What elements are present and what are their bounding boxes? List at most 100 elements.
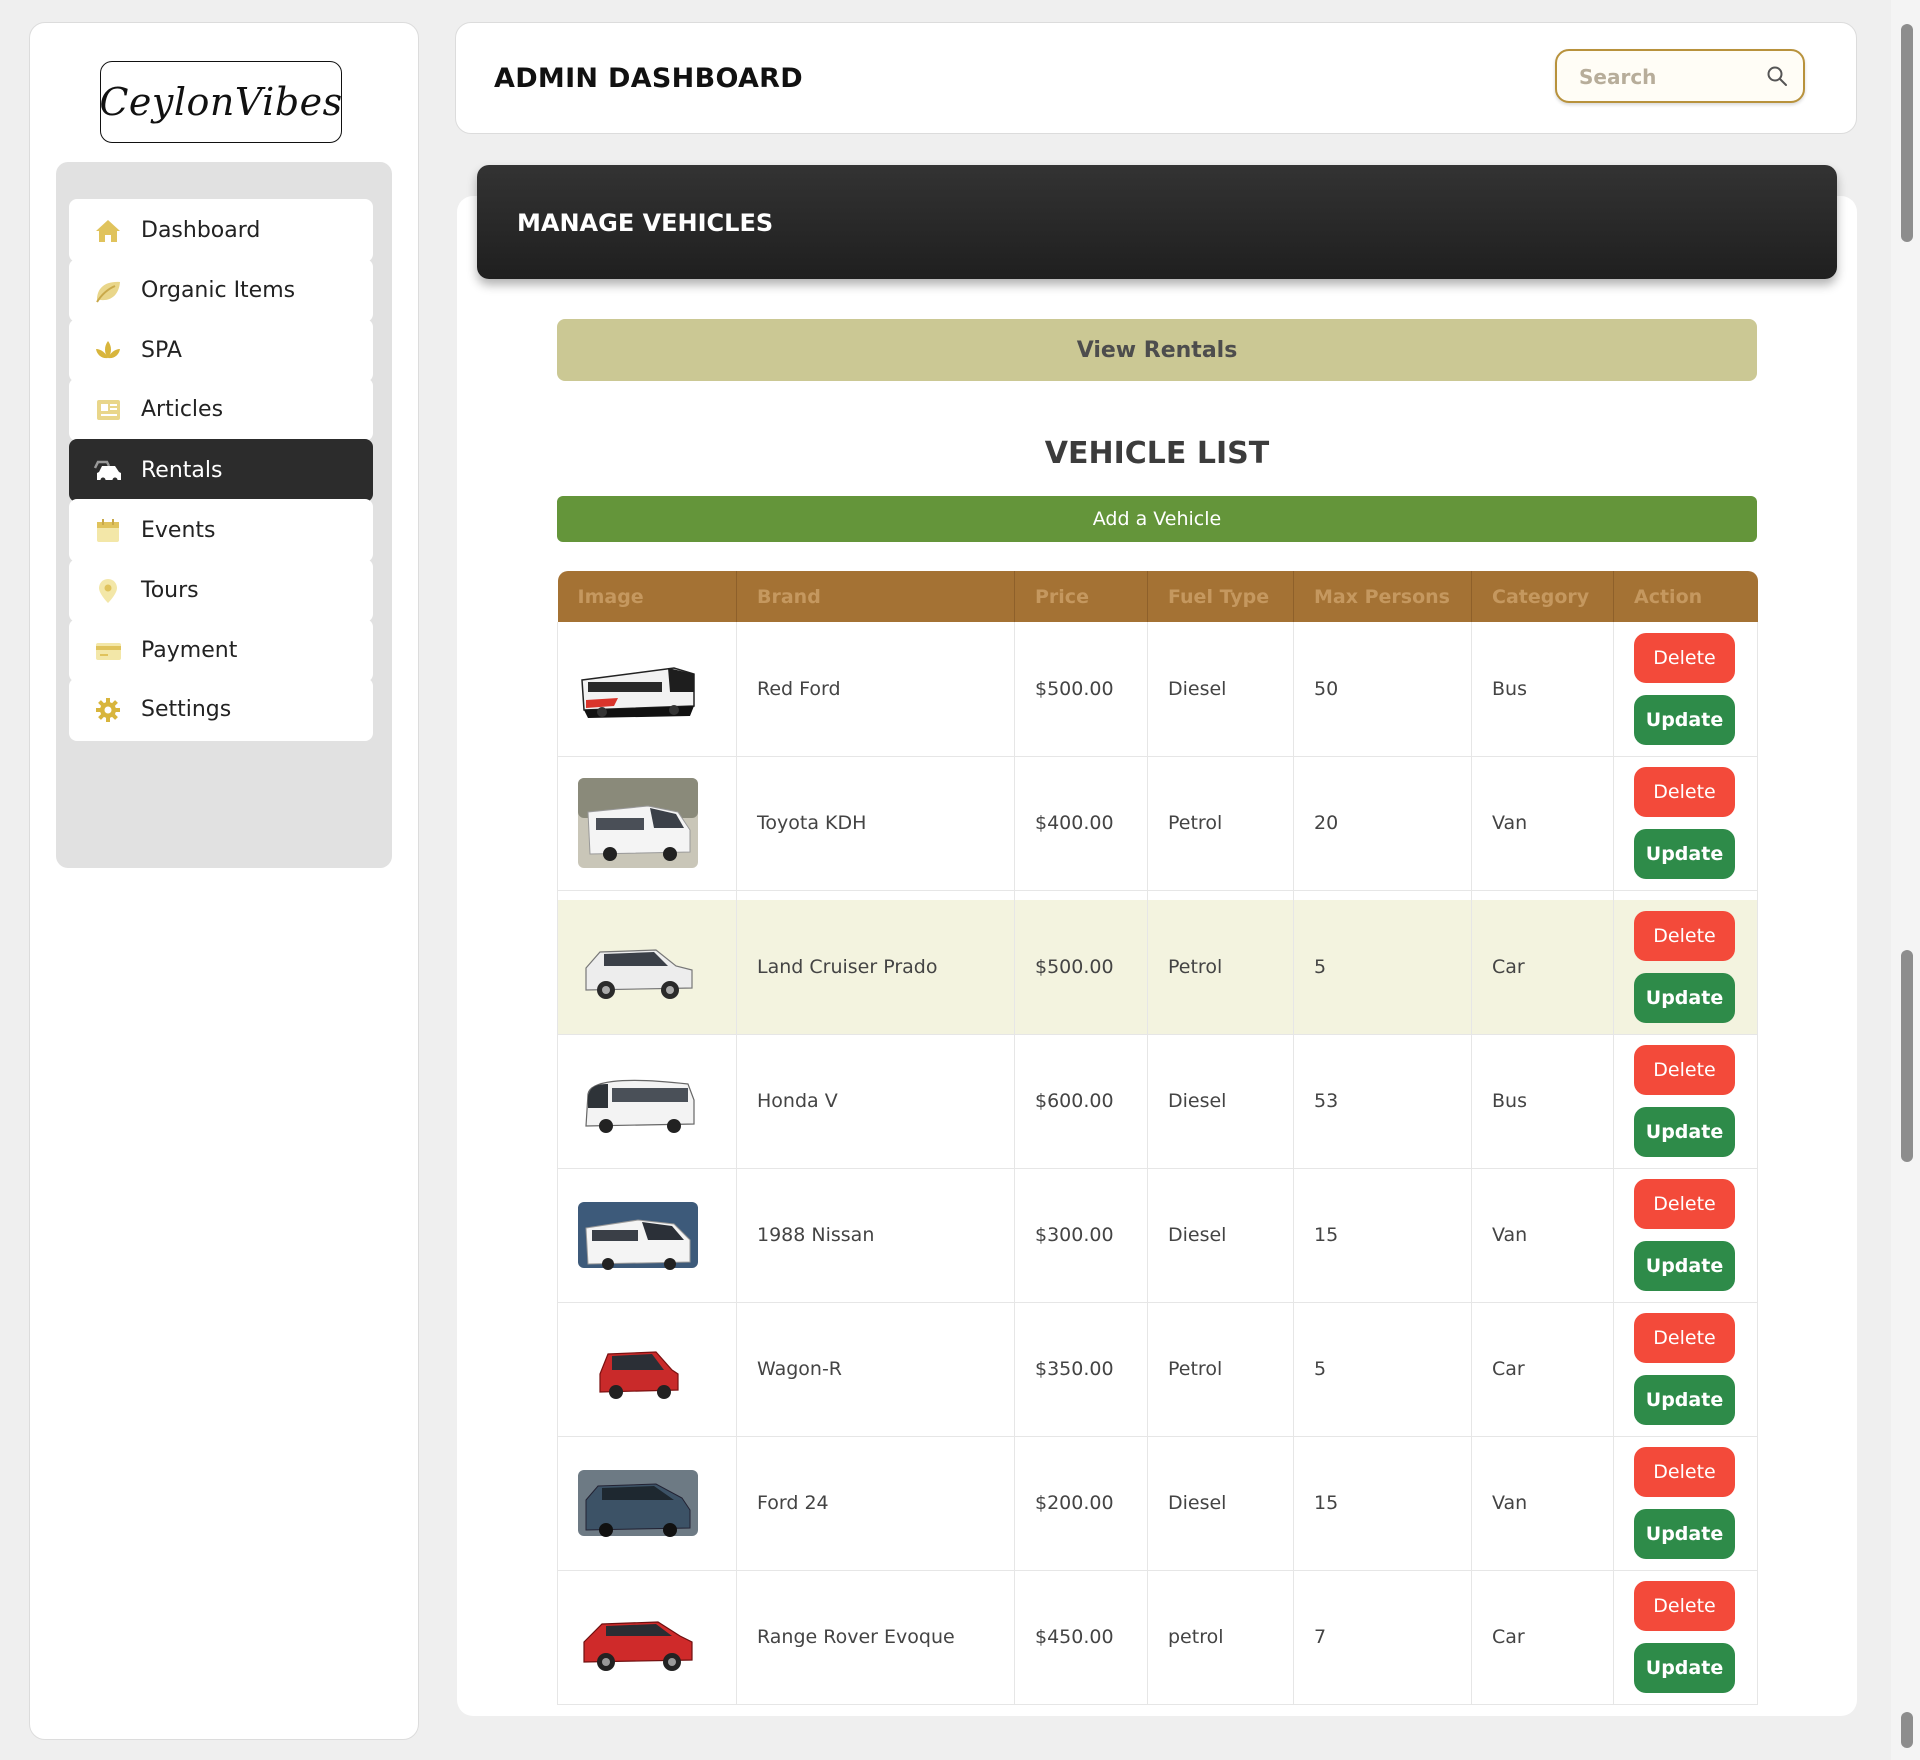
page-title: ADMIN DASHBOARD	[494, 63, 803, 94]
sidebar-item-label: Settings	[141, 697, 232, 722]
column-header-brand[interactable]: Brand	[736, 571, 1015, 622]
image-cell	[557, 756, 737, 891]
delete-button[interactable]: Delete	[1634, 1581, 1735, 1631]
sidebar: CeylonVibes Dashboard Organic Items SPA	[29, 22, 419, 1740]
van-image	[578, 1470, 698, 1537]
small-car-image	[599, 1351, 679, 1399]
scrollbar-thumb[interactable]	[1901, 1712, 1913, 1748]
fuel-cell: Diesel	[1147, 1168, 1294, 1303]
sidebar-item-organic-items[interactable]: Organic Items	[69, 259, 373, 322]
sidebar-item-tours[interactable]: Tours	[69, 559, 373, 622]
price-cell: $500.00	[1014, 622, 1148, 757]
update-button[interactable]: Update	[1634, 1107, 1735, 1157]
max-persons-cell: 15	[1293, 1436, 1472, 1571]
fuel-cell: Diesel	[1147, 1034, 1294, 1169]
image-cell	[557, 1570, 737, 1705]
action-cell: Delete Update	[1613, 1436, 1758, 1571]
update-button[interactable]: Update	[1634, 694, 1735, 745]
max-persons-cell: 5	[1293, 1302, 1472, 1437]
column-header-fuel-type[interactable]: Fuel Type	[1147, 571, 1294, 622]
leaf-icon	[91, 276, 125, 306]
image-cell	[557, 1436, 737, 1571]
category-cell: Bus	[1471, 1034, 1614, 1169]
update-button[interactable]: Update	[1634, 972, 1735, 1023]
price-cell: $450.00	[1014, 1570, 1148, 1705]
search-input[interactable]	[1579, 63, 1759, 91]
admin-page: CeylonVibes Dashboard Organic Items SPA	[0, 0, 1920, 1760]
column-header-image[interactable]: Image	[557, 571, 737, 622]
brand-cell: Red Ford	[736, 622, 1015, 757]
price-cell: $200.00	[1014, 1436, 1148, 1571]
brand-cell: Honda V	[736, 1034, 1015, 1169]
image-cell	[557, 622, 737, 757]
delete-button[interactable]: Delete	[1634, 767, 1735, 817]
sidebar-item-events[interactable]: Events	[69, 499, 373, 562]
column-header-price[interactable]: Price	[1014, 571, 1148, 622]
table-row: Red Ford $500.00 Diesel 50 Bus Delete Up…	[557, 622, 1758, 757]
max-persons-cell: 15	[1293, 1168, 1472, 1303]
delete-button[interactable]: Delete	[1634, 1447, 1735, 1497]
view-rentals-button[interactable]: View Rentals	[557, 319, 1757, 381]
fuel-cell: Diesel	[1147, 1436, 1294, 1571]
update-button[interactable]: Update	[1634, 1643, 1735, 1693]
sidebar-item-articles[interactable]: Articles	[69, 378, 373, 441]
credit-card-icon	[91, 636, 125, 666]
column-header-category[interactable]: Category	[1471, 571, 1614, 622]
max-persons-cell: 5	[1293, 900, 1472, 1035]
update-button[interactable]: Update	[1634, 1509, 1735, 1559]
delete-button[interactable]: Delete	[1634, 1179, 1735, 1229]
sidebar-item-label: Dashboard	[141, 218, 261, 243]
image-cell	[557, 1168, 737, 1303]
delete-button[interactable]: Delete	[1634, 1313, 1735, 1363]
category-cell: Van	[1471, 1436, 1614, 1571]
update-button[interactable]: Update	[1634, 1241, 1735, 1291]
category-cell: Van	[1471, 1168, 1614, 1303]
sidebar-item-rentals[interactable]: Rentals	[69, 439, 373, 502]
image-cell	[557, 1302, 737, 1437]
scrollbar-thumb[interactable]	[1901, 950, 1913, 1162]
bus-image	[581, 666, 695, 718]
table-row: Land Cruiser Prado $500.00 Petrol 5 Car …	[557, 900, 1758, 1035]
scrollbar-thumb[interactable]	[1901, 24, 1913, 242]
sidebar-item-spa[interactable]: SPA	[69, 319, 373, 382]
sidebar-item-label: Organic Items	[141, 278, 296, 303]
add-vehicle-button[interactable]: Add a Vehicle	[557, 496, 1757, 542]
logo[interactable]: CeylonVibes	[99, 61, 342, 143]
row-separator	[557, 890, 1758, 900]
brand-cell: Ford 24	[736, 1436, 1015, 1571]
price-cell: $400.00	[1014, 756, 1148, 891]
column-header-action[interactable]: Action	[1613, 571, 1758, 622]
image-cell	[557, 900, 737, 1035]
delete-button[interactable]: Delete	[1634, 910, 1735, 961]
column-header-max-persons[interactable]: Max Persons	[1293, 571, 1472, 622]
sidebar-item-dashboard[interactable]: Dashboard	[69, 199, 373, 262]
table-row: Ford 24 $200.00 Diesel 15 Van Delete Upd…	[557, 1436, 1758, 1571]
sidebar-item-settings[interactable]: Settings	[69, 678, 373, 741]
category-cell: Bus	[1471, 622, 1614, 757]
table-row: Toyota KDH $400.00 Petrol 20 Van Delete …	[557, 756, 1758, 891]
table-row: Honda V $600.00 Diesel 53 Bus Delete Upd…	[557, 1034, 1758, 1169]
coach-image	[585, 1079, 695, 1133]
gear-icon	[91, 695, 125, 725]
update-button[interactable]: Update	[1634, 1375, 1735, 1425]
fuel-cell: Diesel	[1147, 622, 1294, 757]
sidebar-item-label: Events	[141, 518, 216, 543]
home-icon	[91, 216, 125, 246]
delete-button[interactable]: Delete	[1634, 632, 1735, 683]
action-cell: Delete Update	[1613, 1168, 1758, 1303]
sidebar-item-payment[interactable]: Payment	[69, 619, 373, 682]
table-row: 1988 Nissan $300.00 Diesel 15 Van Delete…	[557, 1168, 1758, 1303]
max-persons-cell: 7	[1293, 1570, 1472, 1705]
delete-button[interactable]: Delete	[1634, 1045, 1735, 1095]
newspaper-icon	[91, 395, 125, 425]
update-button[interactable]: Update	[1634, 829, 1735, 879]
price-cell: $500.00	[1014, 900, 1148, 1035]
brand-cell: Wagon-R	[736, 1302, 1015, 1437]
page-scrollbar[interactable]	[1891, 0, 1920, 1760]
map-pin-icon	[91, 576, 125, 606]
manage-vehicles-banner: MANAGE VEHICLES	[477, 165, 1837, 279]
table-row: Range Rover Evoque $450.00 petrol 7 Car …	[557, 1570, 1758, 1705]
van-image	[578, 778, 698, 868]
search-icon[interactable]	[1765, 64, 1789, 88]
sidebar-item-label: Articles	[141, 397, 224, 422]
